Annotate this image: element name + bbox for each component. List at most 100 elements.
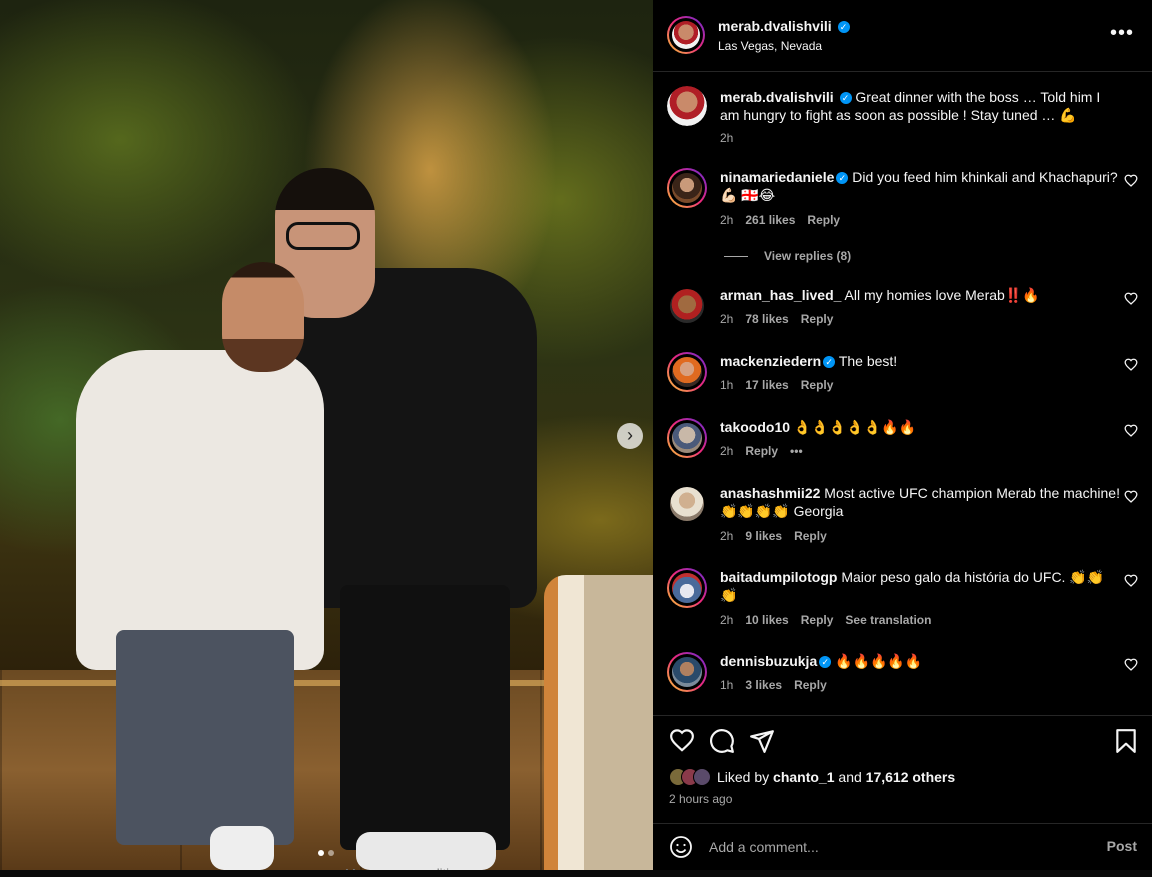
commenter-avatar[interactable] <box>667 418 707 458</box>
comment-icon[interactable] <box>709 728 735 754</box>
comment-meta: 2h 9 likes Reply <box>720 529 827 543</box>
comment-time: 2h <box>720 529 734 543</box>
comment-likes[interactable]: 17 likes <box>745 378 788 392</box>
view-replies-label: View replies (8) <box>764 249 852 263</box>
comment-likes[interactable]: 261 likes <box>745 213 795 227</box>
comment-body: The best! <box>838 353 898 369</box>
comment-text: mackenziedern ✓ The best! <box>720 352 1120 370</box>
comment-reply-button[interactable]: Reply <box>807 213 840 227</box>
commenter-avatar[interactable] <box>667 168 707 208</box>
comment-reply-button[interactable]: Reply <box>801 378 834 392</box>
comment-meta: 2h 78 likes Reply <box>720 312 833 326</box>
comment-meta: 1h 17 likes Reply <box>720 378 833 392</box>
comment-text: baitadumpilotogp Maior peso galo da hist… <box>720 568 1120 604</box>
comment-time: 2h <box>720 444 734 458</box>
heart-icon[interactable] <box>1124 574 1138 588</box>
liker-avatar[interactable] <box>693 768 711 786</box>
add-comment-bar: Post <box>653 823 1152 870</box>
comment-reply-button[interactable]: Reply <box>745 444 778 458</box>
comment-extra[interactable]: ••• <box>790 444 803 458</box>
caption-time: 2h <box>720 131 734 145</box>
carousel-indicator <box>318 850 334 856</box>
photo-person-left-body <box>76 350 324 670</box>
post-location[interactable]: Las Vegas, Nevada <box>718 39 822 53</box>
comment-meta: 1h 3 likes Reply <box>720 678 827 692</box>
comment-username[interactable]: ninamariedaniele <box>720 169 834 185</box>
comment-reply-button[interactable]: Reply <box>794 529 827 543</box>
heart-icon[interactable] <box>1124 292 1138 306</box>
commenter-avatar[interactable] <box>667 568 707 608</box>
comment-reply-button[interactable]: Reply <box>801 613 834 627</box>
comment-text: ninamariedaniele ✓ Did you feed him khink… <box>720 168 1120 204</box>
posted-time: 2 hours ago <box>669 792 733 806</box>
comment-username[interactable]: takoodo10 <box>720 419 790 435</box>
comment-likes[interactable]: 10 likes <box>745 613 788 627</box>
heart-icon[interactable] <box>669 728 695 754</box>
comment-time: 2h <box>720 613 734 627</box>
commenter-avatar[interactable] <box>667 352 707 392</box>
comment-time: 2h <box>720 213 734 227</box>
heart-icon[interactable] <box>1124 174 1138 188</box>
comment-likes[interactable]: 3 likes <box>745 678 782 692</box>
comment-text: dennisbuzukja ✓ 🔥🔥🔥🔥🔥 <box>720 652 1120 670</box>
photo-person-left-head <box>222 262 304 372</box>
more-options-icon[interactable]: ••• <box>1110 22 1134 45</box>
comment-username[interactable]: mackenziedern <box>720 353 821 369</box>
comment-input[interactable] <box>709 836 1089 858</box>
heart-icon[interactable] <box>1124 424 1138 438</box>
heart-icon[interactable] <box>1124 490 1138 504</box>
share-icon[interactable] <box>749 728 775 754</box>
bookmark-icon[interactable] <box>1113 728 1139 754</box>
post-modal: › My two personalities: merab.dvalishvil… <box>0 0 1152 877</box>
photo-person-left-shoes <box>210 826 274 870</box>
photo-person-right-legs <box>340 585 510 850</box>
carousel-next-button[interactable]: › <box>617 423 643 449</box>
commenter-avatar[interactable] <box>667 286 707 326</box>
comment-likes[interactable]: 9 likes <box>745 529 782 543</box>
photo-person-right-body <box>292 268 537 608</box>
liker-avatars <box>669 768 711 786</box>
comment-username[interactable]: baitadumpilotogp <box>720 569 837 585</box>
carousel-dot <box>328 850 334 856</box>
comment-text: takoodo10 👌👌👌👌👌🔥🔥 <box>720 418 1120 436</box>
post-side-panel: merab.dvalishvili ✓ Las Vegas, Nevada ••… <box>653 0 1152 870</box>
post-comment-button[interactable]: Post <box>1107 838 1137 854</box>
likes-summary: Liked by chanto_1 and 17,612 others <box>669 768 955 786</box>
comment-username[interactable]: dennisbuzukja <box>720 653 817 669</box>
comment-body: 🔥🔥🔥🔥🔥 <box>835 653 923 669</box>
likes-count[interactable]: 17,612 others <box>866 769 956 785</box>
heart-icon[interactable] <box>1124 358 1138 372</box>
comment-username[interactable]: arman_has_lived_ <box>720 287 841 303</box>
commenter-avatar[interactable] <box>667 484 707 524</box>
caption-author-avatar[interactable] <box>667 86 707 126</box>
likes-middle: and <box>834 769 866 785</box>
view-replies-button[interactable]: View replies (8) <box>724 249 851 263</box>
caption-meta: 2h <box>720 131 733 145</box>
post-photo: › <box>0 0 653 870</box>
emoji-icon[interactable] <box>669 835 693 859</box>
verified-badge-icon: ✓ <box>837 21 850 34</box>
comment-reply-button[interactable]: Reply <box>794 678 827 692</box>
photo-person-left-legs <box>116 630 294 845</box>
author-username[interactable]: merab.dvalishvili <box>718 18 832 34</box>
photo-chair <box>544 575 653 870</box>
heart-icon[interactable] <box>1124 658 1138 672</box>
comment-reply-button[interactable]: Reply <box>801 312 834 326</box>
replies-divider <box>724 255 748 257</box>
caption-username[interactable]: merab.dvalishvili <box>720 89 834 105</box>
comment-extra[interactable]: See translation <box>845 613 931 627</box>
comment-text: anashashmii22 Most active UFC champion M… <box>720 484 1120 520</box>
post-actions <box>653 715 1152 763</box>
likes-user[interactable]: chanto_1 <box>773 769 834 785</box>
comment-likes[interactable]: 78 likes <box>745 312 788 326</box>
commenter-avatar[interactable] <box>667 652 707 692</box>
carousel-dot-active <box>318 850 324 856</box>
likes-prefix: Liked by <box>717 769 774 785</box>
author-avatar[interactable] <box>667 16 705 54</box>
photo-person-right-shoes <box>356 832 496 870</box>
comment-username[interactable]: anashashmii22 <box>720 485 820 501</box>
comment-body: 👌👌👌👌👌🔥🔥 <box>793 419 916 435</box>
comment-meta: 2h 10 likes Reply See translation <box>720 613 931 627</box>
verified-badge-icon: ✓ <box>823 356 836 369</box>
verified-badge-icon: ✓ <box>839 92 852 105</box>
